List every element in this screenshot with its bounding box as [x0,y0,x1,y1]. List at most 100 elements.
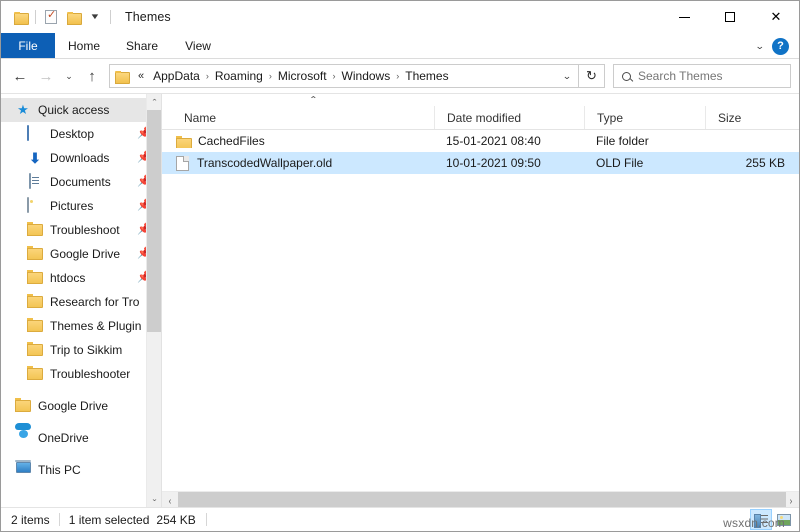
column-header-type[interactable]: Type [584,106,705,129]
breadcrumb-item-appdata[interactable]: AppData [148,66,205,86]
breadcrumb-item-themes[interactable]: Themes [400,66,453,86]
breadcrumb: « AppData › Roaming › Microsoft › Window… [132,66,558,86]
chevron-down-icon[interactable]: ⌄ [755,41,765,52]
details-view-icon [754,514,768,526]
properties-icon[interactable] [40,6,62,28]
status-divider-2 [206,513,207,526]
column-header-date-modified[interactable]: Date modified [434,106,584,129]
pc-icon [15,462,31,478]
qat-divider-2 [110,10,111,24]
help-icon[interactable]: ? [772,38,789,55]
new-folder-icon[interactable] [62,6,84,28]
file-name-cell: TranscodedWallpaper.old [162,156,434,171]
recent-locations-icon[interactable]: ⌄ [59,63,79,89]
large-icons-view-icon [777,514,791,526]
sidebar-item-label: Research for Tro [50,295,139,309]
file-date-cell: 10-01-2021 09:50 [434,156,584,170]
window-controls: ✕ [661,1,799,33]
sidebar-item-troubleshooter[interactable]: Troubleshooter [1,362,161,386]
tab-share[interactable]: Share [113,33,171,58]
folder-properties-icon[interactable] [9,6,31,28]
pictures-icon [27,198,43,214]
file-icon [176,156,189,171]
desktop-icon [27,126,43,142]
folder-icon [27,366,43,382]
sidebar-scrollbar-thumb[interactable] [147,110,161,332]
sidebar-item-onedrive[interactable]: OneDrive [1,426,161,450]
breadcrumb-item-windows[interactable]: Windows [337,66,396,86]
search-placeholder: Search Themes [638,69,723,83]
address-dropdown-icon[interactable]: ⌄ [556,65,579,87]
file-size-cell: 255 KB [705,156,799,170]
document-icon [27,174,43,190]
ribbon-controls: ⌄ ? [756,33,793,59]
file-name-cell: CachedFiles [162,134,434,148]
folder-icon [15,398,31,414]
column-header-size[interactable]: Size [705,106,799,129]
column-header-name[interactable]: Name [162,106,434,129]
search-input[interactable]: Search Themes [613,64,791,88]
large-icons-view-button[interactable] [773,509,795,530]
close-button[interactable]: ✕ [753,1,799,33]
sidebar-item-this-pc[interactable]: This PC [1,458,161,482]
scroll-up-icon[interactable]: ⌃ [146,94,162,110]
details-view-button[interactable] [750,509,772,530]
sidebar-item-google-drive-pinned[interactable]: Google Drive 📌 [1,242,161,266]
maximize-button[interactable] [707,1,753,33]
customize-caret-icon[interactable]: ▼ [84,6,106,28]
table-row[interactable]: TranscodedWallpaper.old 10-01-2021 09:50… [162,152,799,174]
navigation-pane: ★ Quick access Desktop 📌 ⬇ Downloads 📌 D… [1,94,161,507]
horizontal-scrollbar-thumb[interactable] [178,492,786,508]
tab-view[interactable]: View [171,33,225,58]
sidebar-item-label: Quick access [38,103,109,117]
download-icon: ⬇ [27,150,43,166]
view-mode-buttons [750,509,795,530]
sidebar-item-label: Google Drive [38,399,108,413]
sidebar-scrollbar[interactable]: ⌃ ⌄ [146,94,161,507]
minimize-button[interactable] [661,1,707,33]
file-type-cell: File folder [584,134,705,148]
table-row[interactable]: CachedFiles 15-01-2021 08:40 File folder [162,130,799,152]
sidebar-item-trip-to-sikkim[interactable]: Trip to Sikkim [1,338,161,362]
file-name-label: TranscodedWallpaper.old [197,156,332,170]
sidebar-item-desktop[interactable]: Desktop 📌 [1,122,161,146]
sort-indicator-bar: ⌃ [162,94,799,106]
scroll-down-icon[interactable]: ⌄ [146,491,162,507]
file-date-cell: 15-01-2021 08:40 [434,134,584,148]
file-type-cell: OLD File [584,156,705,170]
title-bar: ▼ Themes ✕ [1,1,799,33]
forward-button[interactable]: → [33,63,59,89]
tab-file[interactable]: File [1,33,55,58]
sidebar-item-label: Themes & Plugin [50,319,141,333]
folder-icon [27,318,43,334]
sidebar-item-research-for-troubleshooting[interactable]: Research for Tro [1,290,161,314]
ribbon-tabs: File Home Share View ⌄ ? [1,33,799,59]
navigation-pane-scroll: ★ Quick access Desktop 📌 ⬇ Downloads 📌 D… [1,94,161,482]
address-bar[interactable]: « AppData › Roaming › Microsoft › Window… [109,64,579,88]
star-icon: ★ [15,102,31,118]
sidebar-item-google-drive[interactable]: Google Drive [1,394,161,418]
status-selection: 1 item selected [69,513,150,527]
refresh-button[interactable]: ↻ [579,64,605,88]
tab-home[interactable]: Home [55,33,113,58]
sidebar-item-themes-and-plugins[interactable]: Themes & Plugin [1,314,161,338]
sidebar-item-downloads[interactable]: ⬇ Downloads 📌 [1,146,161,170]
breadcrumb-overflow-icon[interactable]: « [132,70,148,82]
sidebar-item-htdocs[interactable]: htdocs 📌 [1,266,161,290]
quick-access-toolbar: ▼ [1,6,115,28]
up-button[interactable]: ↑ [79,63,105,89]
back-button[interactable]: ← [7,63,33,89]
file-list-pane: ⌃ Name Date modified Type Size CachedFil… [162,94,799,507]
breadcrumb-item-roaming[interactable]: Roaming [210,66,268,86]
file-explorer-window: ▼ Themes ✕ File Home Share View ⌄ ? ← → … [0,0,800,532]
sidebar-item-troubleshoot[interactable]: Troubleshoot 📌 [1,218,161,242]
sidebar-item-label: OneDrive [38,431,89,445]
search-icon [622,72,631,81]
file-name-label: CachedFiles [198,134,265,148]
sidebar-item-documents[interactable]: Documents 📌 [1,170,161,194]
horizontal-scrollbar[interactable]: ‹ › [162,491,799,507]
sidebar-item-quick-access[interactable]: ★ Quick access [1,98,161,122]
folder-icon [27,222,43,238]
breadcrumb-item-microsoft[interactable]: Microsoft [273,66,332,86]
sidebar-item-pictures[interactable]: Pictures 📌 [1,194,161,218]
